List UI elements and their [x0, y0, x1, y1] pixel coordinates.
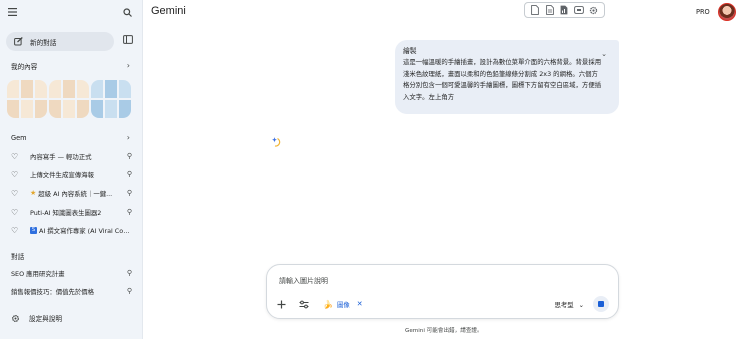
gear-icon — [11, 314, 20, 323]
edit-icon — [14, 37, 23, 46]
gem-heart-icon: ♡ — [11, 225, 19, 235]
gem-item-label: 超級 AI 內容系統｜一鍵... — [38, 189, 113, 198]
banana-icon: 🍌 — [323, 299, 333, 309]
mode-label: 思考型 — [554, 301, 574, 309]
prompt-input[interactable]: 請輸入圖片說明 — [279, 276, 328, 286]
plan-badge: PRO — [696, 8, 710, 16]
avatar[interactable] — [718, 3, 736, 21]
mode-selector[interactable]: 思考型 ⌄ — [554, 300, 584, 310]
gem-badge-icon: S — [30, 226, 37, 234]
star-icon: ★ — [30, 189, 37, 197]
close-icon[interactable]: ✕ — [357, 300, 363, 308]
gem-item[interactable]: ♡ 上傳文件生成宣傳海報 ⚲ — [11, 166, 132, 182]
chat-item-label: SEO 應用研究計畫 — [11, 269, 65, 278]
app-title[interactable]: Gemini — [151, 5, 186, 17]
content-thumbnail[interactable] — [7, 80, 47, 118]
user-message-bubble: 繪製 這是一幅溫暖的手繪插畫，設計為數位菜單介面的六格背景。背景採用淺米色紋理紙… — [395, 40, 619, 114]
chevron-right-icon[interactable]: › — [127, 133, 130, 142]
expand-chevron-icon[interactable]: ⌄ — [601, 50, 607, 58]
prompt-composer: 請輸入圖片說明 🍌 圖像 ✕ 思考型 ⌄ — [266, 264, 619, 319]
doc-lines-icon[interactable] — [545, 5, 555, 16]
image-tool-chip[interactable]: 🍌 圖像 ✕ — [323, 300, 363, 309]
chevron-right-icon[interactable]: › — [127, 61, 130, 70]
gem-item-label: 內容寫手 — 輕功正式 — [30, 152, 92, 161]
new-chat-button[interactable]: 新的對話 — [6, 32, 114, 51]
gem-heart-icon: ♡ — [11, 151, 19, 161]
gem-item-label: AI 撰文寫作專家 (AI Viral Cop... — [39, 226, 132, 235]
sidebar: 新的對話 我的內容 › Gem › ♡ 內容寫手 — 輕功正式 ⚲ ♡ 上傳文件… — [0, 0, 143, 339]
doc-icon[interactable] — [530, 5, 540, 16]
chat-item-label: 銷售報價技巧：價值先於價格 — [11, 287, 95, 296]
settings-label: 設定與說明 — [29, 315, 62, 323]
disclaimer: Gemini 可能會出錯，請查證。 — [405, 328, 483, 334]
doc-chart-icon[interactable] — [559, 5, 569, 16]
gem-item[interactable]: ♡ Puti-AI 知識圖表生圖器2 ⚲ — [11, 204, 132, 220]
pin-icon[interactable]: ⚲ — [124, 189, 132, 197]
new-chat-label: 新的對話 — [30, 38, 57, 47]
pin-icon[interactable]: ⚲ — [124, 287, 132, 295]
pin-icon[interactable]: ⚲ — [124, 170, 132, 178]
gem-heart-icon: ♡ — [11, 188, 19, 198]
gem-item-label: 上傳文件生成宣傳海報 — [30, 170, 94, 179]
new-chat-row: 新的對話 — [6, 32, 141, 51]
chats-section-title: 對話 — [11, 253, 25, 261]
user-message-title: 繪製 — [403, 47, 417, 55]
pin-icon[interactable]: ⚲ — [124, 269, 132, 277]
floating-toolbar — [524, 2, 605, 18]
gem-item-label: Puti-AI 知識圖表生圖器2 — [30, 208, 102, 217]
tools-icon[interactable] — [299, 300, 309, 309]
gem-item[interactable]: ♡ S AI 撰文寫作專家 (AI Viral Cop... — [11, 222, 132, 238]
my-content-title[interactable]: 我的內容 — [11, 61, 37, 71]
gem-item[interactable]: ♡ 內容寫手 — 輕功正式 ⚲ — [11, 148, 132, 164]
chat-item[interactable]: SEO 應用研究計畫 ⚲ — [11, 265, 132, 281]
content-thumbnail[interactable] — [49, 80, 89, 118]
screen-icon[interactable] — [574, 5, 584, 16]
chat-item[interactable]: 銷售報價技巧：價值先於價格 ⚲ — [11, 283, 132, 299]
gem-heart-icon: ♡ — [11, 207, 19, 217]
plus-icon[interactable] — [277, 300, 286, 309]
user-message-body: 這是一幅溫暖的手繪插畫，設計為數位菜單介面的六格背景。背景採用淺米色紋理紙，畫面… — [403, 58, 602, 101]
my-content-thumbnails — [7, 80, 131, 118]
sidebar-toggle-icon[interactable] — [123, 35, 133, 44]
chevron-down-icon: ⌄ — [578, 300, 584, 309]
gear-icon[interactable] — [589, 5, 599, 16]
gem-heart-icon: ♡ — [11, 169, 19, 179]
stop-button[interactable] — [593, 296, 609, 312]
stop-icon — [598, 301, 604, 307]
menu-icon[interactable] — [8, 8, 17, 16]
settings-help-button[interactable]: 設定與說明 — [11, 313, 62, 323]
content-thumbnail[interactable] — [91, 80, 131, 118]
pin-icon[interactable]: ⚲ — [124, 152, 132, 160]
pin-icon[interactable]: ⚲ — [124, 208, 132, 216]
gem-item[interactable]: ♡ ★ 超級 AI 內容系統｜一鍵... ⚲ — [11, 185, 132, 201]
image-tool-label: 圖像 — [336, 300, 350, 309]
gemini-spark-icon — [272, 137, 281, 147]
gem-section-title[interactable]: Gem — [11, 134, 27, 142]
sidebar-top — [8, 5, 132, 19]
search-icon[interactable] — [123, 7, 132, 17]
